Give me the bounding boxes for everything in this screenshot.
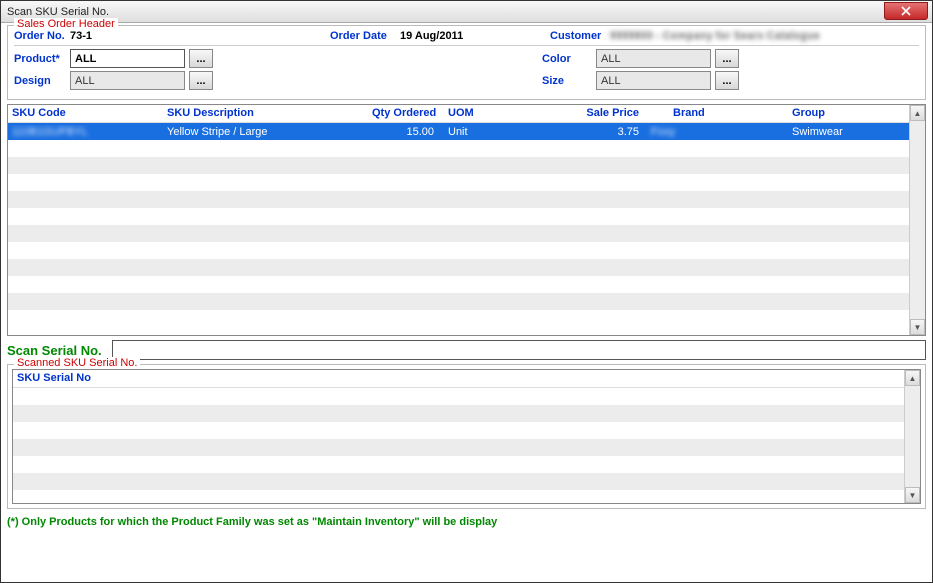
col-group[interactable]: Group: [788, 105, 909, 122]
scroll-down-button[interactable]: ▼: [910, 319, 925, 335]
scanned-serial-group: Scanned SKU Serial No. SKU Serial No: [7, 364, 926, 509]
cell-brand: Foxy: [643, 125, 788, 139]
window: Scan SKU Serial No. Sales Order Header O…: [0, 0, 933, 583]
product-lookup-button[interactable]: ...: [189, 49, 213, 68]
close-button[interactable]: [884, 2, 928, 20]
table-row[interactable]: [13, 473, 904, 490]
size-input[interactable]: [596, 71, 711, 90]
sku-grid-body: 110B1GUPBYL Yellow Stripe / Large 15.00 …: [8, 123, 909, 327]
table-row[interactable]: 110B1GUPBYL Yellow Stripe / Large 15.00 …: [8, 123, 909, 140]
col-sale-price[interactable]: Sale Price: [553, 105, 643, 122]
titlebar: Scan SKU Serial No.: [1, 1, 932, 23]
scan-serial-input[interactable]: [112, 340, 926, 360]
size-lookup-button[interactable]: ...: [715, 71, 739, 90]
table-row[interactable]: [8, 259, 909, 276]
serial-grid-header: SKU Serial No: [13, 370, 904, 388]
sku-grid: SKU Code SKU Description Qty Ordered UOM…: [7, 104, 926, 336]
cell-qty: 15.00: [368, 125, 438, 139]
customer-value: 9999800 - Company for Sears Catalogue: [610, 30, 820, 42]
table-row[interactable]: [8, 310, 909, 327]
color-lookup-button[interactable]: ...: [715, 49, 739, 68]
divider: [14, 45, 919, 46]
size-label: Size: [542, 75, 596, 87]
table-row[interactable]: [13, 439, 904, 456]
table-row[interactable]: [8, 276, 909, 293]
window-title: Scan SKU Serial No.: [7, 6, 109, 18]
scroll-down-button[interactable]: ▼: [905, 487, 920, 503]
table-row[interactable]: [8, 140, 909, 157]
col-brand[interactable]: Brand: [643, 105, 788, 122]
sku-grid-header: SKU Code SKU Description Qty Ordered UOM…: [8, 105, 909, 123]
col-uom[interactable]: UOM: [438, 105, 553, 122]
cell-group: Swimwear: [788, 125, 909, 139]
cell-sku-code: 110B1GUPBYL: [8, 125, 163, 139]
color-input[interactable]: [596, 49, 711, 68]
scan-serial-label: Scan Serial No.: [7, 343, 102, 358]
scroll-up-button[interactable]: ▲: [910, 105, 925, 121]
table-row[interactable]: [8, 174, 909, 191]
table-row[interactable]: [8, 191, 909, 208]
serial-grid-body: [13, 388, 904, 490]
table-row[interactable]: [13, 405, 904, 422]
col-sku-serial-no[interactable]: SKU Serial No: [13, 370, 904, 387]
table-row[interactable]: [13, 388, 904, 405]
sales-order-header-group: Sales Order Header Order No. 73-1 Order …: [7, 25, 926, 100]
scan-serial-row: Scan Serial No.: [7, 340, 926, 360]
design-label: Design: [14, 75, 70, 87]
scroll-up-button[interactable]: ▲: [905, 370, 920, 386]
cell-sku-desc: Yellow Stripe / Large: [163, 125, 368, 139]
scanned-serial-legend: Scanned SKU Serial No.: [14, 357, 140, 369]
close-icon: [901, 6, 911, 16]
serial-grid-scrollbar[interactable]: ▲ ▼: [904, 370, 920, 503]
sales-order-header-legend: Sales Order Header: [14, 18, 118, 30]
order-no-label: Order No.: [14, 30, 70, 42]
table-row[interactable]: [8, 242, 909, 259]
table-row[interactable]: [13, 456, 904, 473]
cell-sale-price: 3.75: [553, 125, 643, 139]
content-area: Sales Order Header Order No. 73-1 Order …: [1, 23, 932, 530]
serial-grid: SKU Serial No ▲ ▼: [12, 369, 921, 504]
table-row[interactable]: [8, 157, 909, 174]
sku-grid-scrollbar[interactable]: ▲ ▼: [909, 105, 925, 335]
order-date-value: 19 Aug/2011: [400, 30, 550, 42]
table-row[interactable]: [13, 422, 904, 439]
color-label: Color: [542, 53, 596, 65]
order-no-value: 73-1: [70, 30, 330, 42]
cell-uom: Unit: [438, 125, 553, 139]
design-input[interactable]: [70, 71, 185, 90]
product-input[interactable]: [70, 49, 185, 68]
customer-label: Customer: [550, 30, 610, 42]
design-lookup-button[interactable]: ...: [189, 71, 213, 90]
product-label: Product*: [14, 53, 70, 65]
footnote-text: (*) Only Products for which the Product …: [7, 513, 926, 528]
col-qty[interactable]: Qty Ordered: [368, 105, 438, 122]
table-row[interactable]: [8, 225, 909, 242]
table-row[interactable]: [8, 293, 909, 310]
table-row[interactable]: [8, 208, 909, 225]
col-sku-code[interactable]: SKU Code: [8, 105, 163, 122]
order-date-label: Order Date: [330, 30, 400, 42]
col-sku-desc[interactable]: SKU Description: [163, 105, 368, 122]
